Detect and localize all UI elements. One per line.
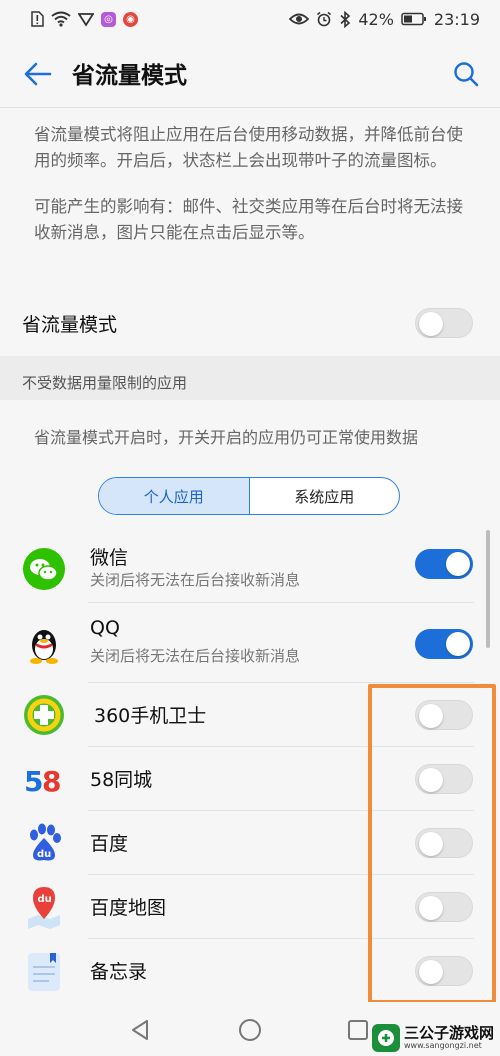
360-security-icon [22,693,66,737]
hotspot-icon [78,11,94,27]
back-arrow-icon [24,62,52,86]
triangle-back-icon [132,1020,148,1040]
music-notification-icon: ◉ [123,11,138,27]
app-data-toggle[interactable] [415,700,473,730]
app-name: 360手机卫士 [94,705,207,727]
qq-icon [22,621,66,665]
toggle-knob [419,312,443,336]
list-item[interactable]: du 百度地图 [0,875,500,939]
list-item[interactable]: 58 58同城 [0,747,500,811]
battery-icon [401,12,427,26]
section-header: 不受数据用量限制的应用 [0,356,500,400]
app-type-segmented-control: 个人应用 系统应用 [98,477,400,515]
watermark: 三公子游戏网 www.sangongzi.net [371,1023,494,1052]
watermark-url: www.sangongzi.net [403,1040,482,1050]
eye-comfort-icon [289,12,310,26]
scrollbar[interactable] [486,530,490,648]
app-name: 微信 [90,547,129,569]
app-subtitle: 关闭后将无法在后台接收新消息 [90,647,301,665]
nav-home-button[interactable] [234,1014,266,1046]
toggle-knob [419,896,443,920]
list-item[interactable]: QQ 关闭后将无法在后台接收新消息 [0,603,500,683]
bluetooth-icon [339,10,351,28]
toggle-knob [446,552,470,576]
list-item[interactable]: 360手机卫士 [0,683,500,747]
description-paragraph: 可能产生的影响有：邮件、社交类应用等在后台时将无法接收新消息，图片只能在点击后显… [34,197,463,242]
app-header: 省流量模式 [0,38,500,108]
app-subtitle: 关闭后将无法在后台接收新消息 [90,571,301,589]
description: 省流量模式将阻止应用在后台使用移动数据，并降低前台使用的频率。开启后，状态栏上会… [34,122,474,266]
app-name: 百度 [90,833,129,855]
toggle-knob [419,832,443,856]
toggle-knob [419,960,443,984]
watermark-logo-icon [371,1024,400,1052]
app-notification-icon: ◎ [101,11,116,27]
app-name: QQ [90,617,120,639]
app-data-toggle[interactable] [415,956,473,986]
app-list: 微信 关闭后将无法在后台接收新消息 QQ 关闭后将无法在后台接收新消息 360手… [0,537,500,1003]
description-paragraph: 省流量模式将阻止应用在后台使用移动数据，并降低前台使用的频率。开启后，状态栏上会… [34,125,463,170]
section-title: 不受数据用量限制的应用 [22,374,188,392]
watermark-title: 三公子游戏网 [403,1023,494,1042]
navigation-bar: 三公子游戏网 www.sangongzi.net [0,1002,500,1056]
svg-text:du: du [38,894,52,905]
baidu-icon: du [22,821,66,865]
circle-home-icon [239,1019,261,1041]
wifi-icon [51,11,71,27]
tab-personal-apps[interactable]: 个人应用 [99,478,250,514]
status-bar-right: 42% 23:19 [289,10,480,29]
memo-icon [22,949,66,993]
status-bar: ◎ ◉ 42% 23:19 [0,0,500,38]
app-name: 58同城 [90,769,153,791]
square-recents-icon [348,1020,368,1040]
page-title: 省流量模式 [72,63,187,89]
search-button[interactable] [446,54,486,94]
toggle-knob [419,704,443,728]
tab-system-apps[interactable]: 系统应用 [250,478,400,514]
app-data-toggle[interactable] [415,764,473,794]
nav-back-button[interactable] [124,1014,156,1046]
toggle-knob [419,768,443,792]
status-bar-left: ◎ ◉ [30,11,138,27]
svg-text:du: du [37,849,51,860]
nav-recents-button[interactable] [342,1014,374,1046]
baidu-map-icon: du [22,885,66,929]
list-item[interactable]: du 百度 [0,811,500,875]
app-name: 百度地图 [90,897,167,919]
app-data-toggle[interactable] [415,549,473,579]
app-data-toggle[interactable] [415,629,473,659]
clock: 23:19 [433,9,480,29]
wechat-icon [22,547,66,591]
svg-text:5: 5 [24,765,43,798]
data-saver-row[interactable]: 省流量模式 [0,294,500,354]
app-data-toggle[interactable] [415,828,473,858]
58-tongcheng-icon: 58 [22,757,66,801]
watermark-text-block: 三公子游戏网 www.sangongzi.net [403,1023,494,1050]
app-data-toggle[interactable] [415,892,473,922]
data-saver-toggle[interactable] [415,308,473,338]
svg-text:8: 8 [42,765,61,798]
data-saver-label: 省流量模式 [22,314,118,336]
battery-percent: 42% [358,9,394,29]
sim-alert-icon [30,11,44,27]
app-name: 备忘录 [90,961,148,983]
list-item[interactable]: 微信 关闭后将无法在后台接收新消息 [0,537,500,603]
toggle-knob [446,632,470,656]
back-button[interactable] [18,54,58,94]
search-icon [454,62,479,87]
list-item[interactable]: 备忘录 [0,939,500,1003]
section-note: 省流量模式开启时，开关开启的应用仍可正常使用数据 [34,428,419,447]
alarm-icon [316,11,332,27]
